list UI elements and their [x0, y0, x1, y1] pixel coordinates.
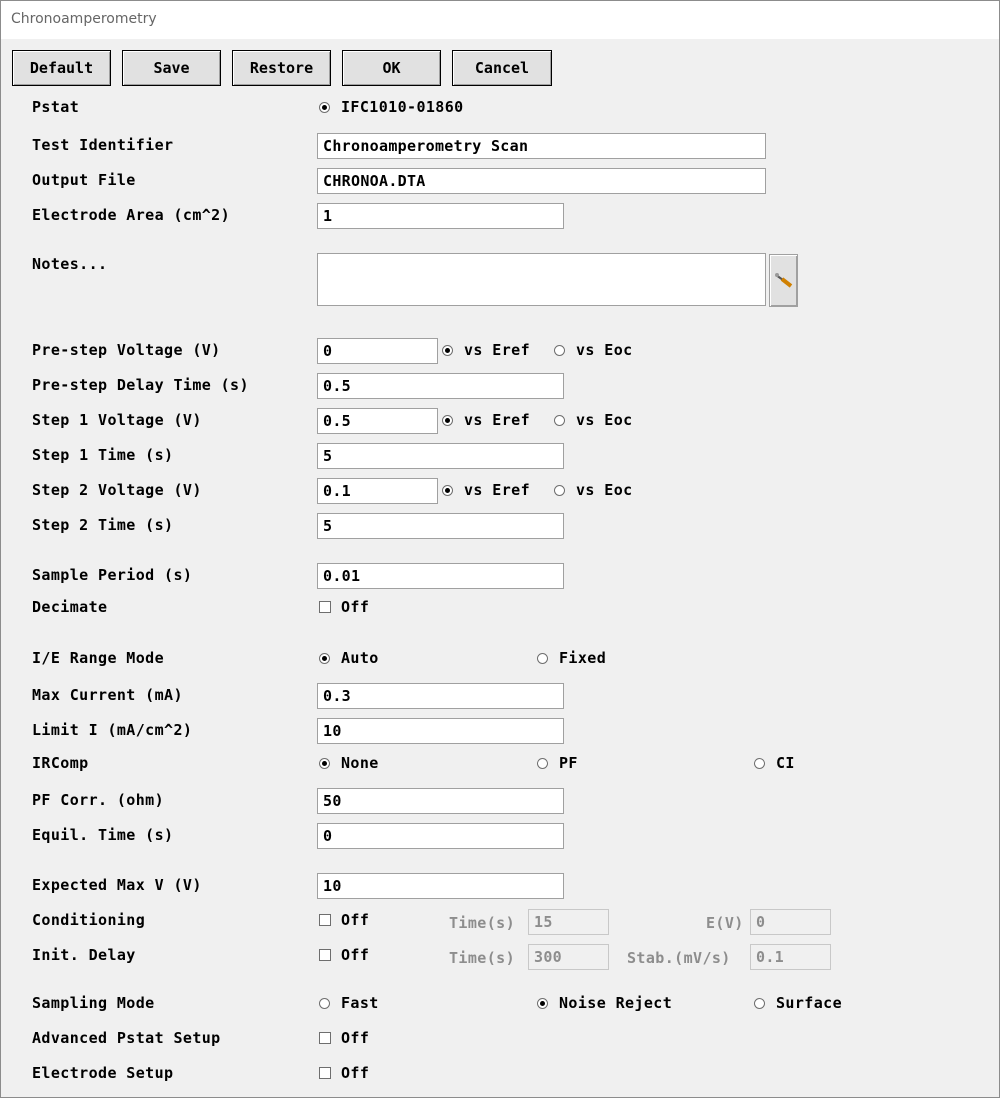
step2-time-field[interactable]: 5	[317, 513, 564, 539]
conditioning-e-label: E(V)	[706, 914, 744, 932]
prestep-vs-eref-radio[interactable]	[442, 345, 453, 356]
test-identifier-label: Test Identifier	[32, 136, 174, 154]
advanced-pstat-checkbox[interactable]	[319, 1032, 331, 1044]
ie-range-mode-label: I/E Range Mode	[32, 649, 165, 667]
default-button[interactable]: Default	[12, 50, 111, 86]
sampling-mode-label: Sampling Mode	[32, 994, 155, 1012]
output-file-label: Output File	[32, 171, 136, 189]
advanced-pstat-label: Advanced Pstat Setup	[32, 1029, 221, 1047]
cancel-button[interactable]: Cancel	[452, 50, 552, 86]
expected-max-v-label: Expected Max V (V)	[32, 876, 202, 894]
sampling-fast-label: Fast	[341, 994, 379, 1012]
electrode-area-field[interactable]: 1	[317, 203, 564, 229]
ie-range-auto-label: Auto	[341, 649, 379, 667]
ie-range-fixed-radio[interactable]	[537, 653, 548, 664]
title-bar: Chronoamperometry	[1, 1, 999, 39]
init-delay-label: Init. Delay	[32, 946, 136, 964]
sampling-surface-radio[interactable]	[754, 998, 765, 1009]
step1-voltage-field[interactable]: 0.5	[317, 408, 438, 434]
step1-time-label: Step 1 Time (s)	[32, 446, 174, 464]
step2-vs-eoc-label: vs Eoc	[576, 481, 633, 499]
limit-i-field[interactable]: 10	[317, 718, 564, 744]
equil-time-field[interactable]: 0	[317, 823, 564, 849]
ircomp-ci-label: CI	[776, 754, 795, 772]
ok-button[interactable]: OK	[342, 50, 441, 86]
pstat-radio[interactable]	[319, 102, 330, 113]
prestep-voltage-field[interactable]: 0	[317, 338, 438, 364]
window-title: Chronoamperometry	[11, 11, 157, 27]
step2-voltage-label: Step 2 Voltage (V)	[32, 481, 202, 499]
max-current-field[interactable]: 0.3	[317, 683, 564, 709]
step1-vs-eoc-label: vs Eoc	[576, 411, 633, 429]
max-current-label: Max Current (mA)	[32, 686, 183, 704]
output-file-field[interactable]: CHRONOA.DTA	[317, 168, 766, 194]
limit-i-label: Limit I (mA/cm^2)	[32, 721, 193, 739]
step1-vs-eref-radio[interactable]	[442, 415, 453, 426]
step2-vs-eoc-radio[interactable]	[554, 485, 565, 496]
ircomp-label: IRComp	[32, 754, 89, 772]
init-delay-stab-label: Stab.(mV/s)	[627, 949, 731, 967]
prestep-voltage-label: Pre-step Voltage (V)	[32, 341, 221, 359]
init-delay-time-field[interactable]: 300	[528, 944, 609, 970]
prestep-vs-eoc-label: vs Eoc	[576, 341, 633, 359]
ie-range-auto-radio[interactable]	[319, 653, 330, 664]
pen-icon	[775, 273, 793, 288]
ircomp-none-label: None	[341, 754, 379, 772]
sampling-fast-radio[interactable]	[319, 998, 330, 1009]
step2-voltage-field[interactable]: 0.1	[317, 478, 438, 504]
notes-edit-button[interactable]	[769, 254, 798, 307]
decimate-label: Decimate	[32, 598, 108, 616]
pf-corr-field[interactable]: 50	[317, 788, 564, 814]
conditioning-state: Off	[341, 911, 370, 929]
init-delay-time-label: Time(s)	[449, 949, 516, 967]
expected-max-v-field[interactable]: 10	[317, 873, 564, 899]
decimate-checkbox[interactable]	[319, 601, 331, 613]
step2-time-label: Step 2 Time (s)	[32, 516, 174, 534]
step2-vs-eref-radio[interactable]	[442, 485, 453, 496]
sampling-noise-reject-label: Noise Reject	[559, 994, 673, 1012]
prestep-delay-field[interactable]: 0.5	[317, 373, 564, 399]
pstat-value: IFC1010-01860	[341, 98, 464, 116]
ircomp-ci-radio[interactable]	[754, 758, 765, 769]
conditioning-time-field[interactable]: 15	[528, 909, 609, 935]
decimate-state: Off	[341, 598, 370, 616]
init-delay-stab-field[interactable]: 0.1	[750, 944, 831, 970]
ie-range-fixed-label: Fixed	[559, 649, 607, 667]
sample-period-label: Sample Period (s)	[32, 566, 193, 584]
init-delay-state: Off	[341, 946, 370, 964]
prestep-delay-label: Pre-step Delay Time (s)	[32, 376, 249, 394]
conditioning-e-field[interactable]: 0	[750, 909, 831, 935]
sampling-surface-label: Surface	[776, 994, 843, 1012]
advanced-pstat-state: Off	[341, 1029, 370, 1047]
electrode-setup-checkbox[interactable]	[319, 1067, 331, 1079]
ircomp-pf-label: PF	[559, 754, 578, 772]
sampling-noise-reject-radio[interactable]	[537, 998, 548, 1009]
prestep-vs-eoc-radio[interactable]	[554, 345, 565, 356]
notes-field[interactable]	[317, 253, 766, 306]
notes-label: Notes...	[32, 255, 108, 273]
step1-vs-eref-label: vs Eref	[464, 411, 531, 429]
restore-button[interactable]: Restore	[232, 50, 331, 86]
pstat-label: Pstat	[32, 98, 80, 116]
pf-corr-label: PF Corr. (ohm)	[32, 791, 165, 809]
equil-time-label: Equil. Time (s)	[32, 826, 174, 844]
ircomp-none-radio[interactable]	[319, 758, 330, 769]
electrode-setup-state: Off	[341, 1064, 370, 1082]
dialog-window: Chronoamperometry Default Save Restore O…	[0, 0, 1000, 1098]
step1-voltage-label: Step 1 Voltage (V)	[32, 411, 202, 429]
prestep-vs-eref-label: vs Eref	[464, 341, 531, 359]
conditioning-time-label: Time(s)	[449, 914, 516, 932]
init-delay-checkbox[interactable]	[319, 949, 331, 961]
electrode-setup-label: Electrode Setup	[32, 1064, 174, 1082]
save-button[interactable]: Save	[122, 50, 221, 86]
step1-time-field[interactable]: 5	[317, 443, 564, 469]
step1-vs-eoc-radio[interactable]	[554, 415, 565, 426]
conditioning-label: Conditioning	[32, 911, 146, 929]
electrode-area-label: Electrode Area (cm^2)	[32, 206, 231, 224]
conditioning-checkbox[interactable]	[319, 914, 331, 926]
ircomp-pf-radio[interactable]	[537, 758, 548, 769]
test-identifier-field[interactable]: Chronoamperometry Scan	[317, 133, 766, 159]
step2-vs-eref-label: vs Eref	[464, 481, 531, 499]
sample-period-field[interactable]: 0.01	[317, 563, 564, 589]
